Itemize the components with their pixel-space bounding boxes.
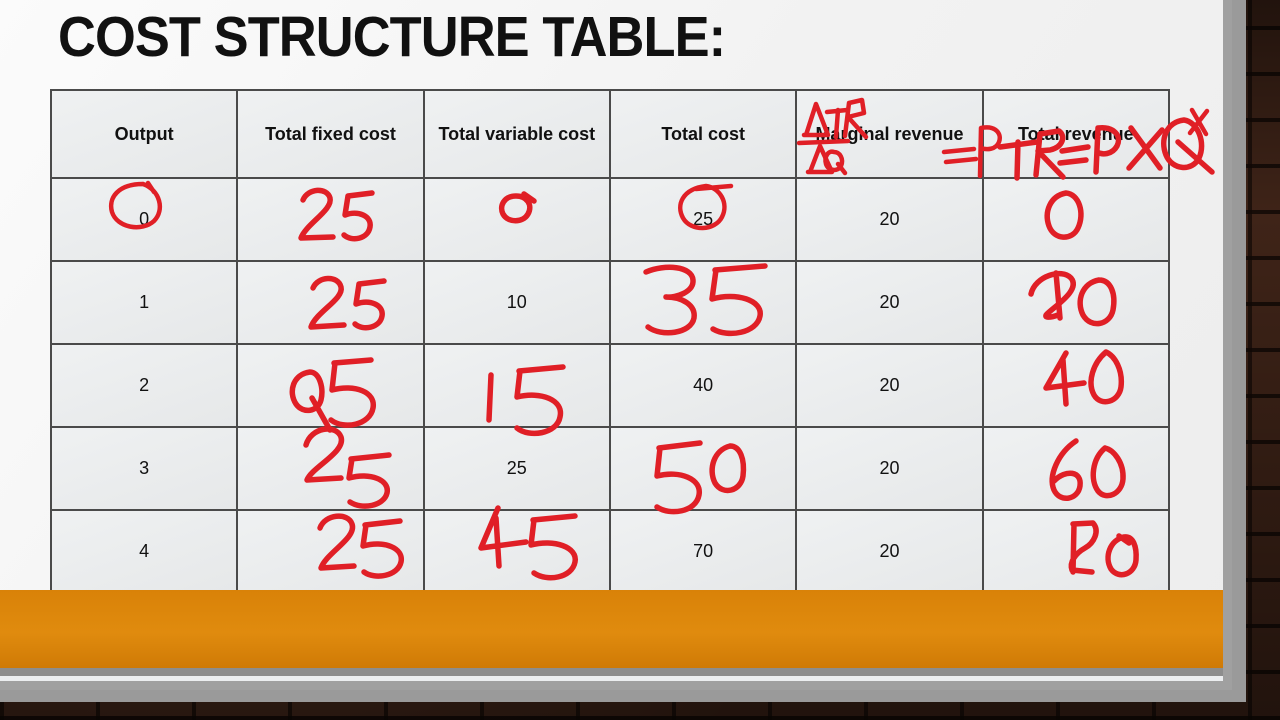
table-body: 0 25 20 1 10 20 2 40 20 3 25 20 4 70 20 [49,177,1171,594]
cell-total-fixed-cost-r3 [236,426,425,511]
slide-canvas: COST STRUCTURE TABLE: Output Total fixed… [0,0,1223,681]
footer-white-strip [0,676,1223,681]
cell-total-variable-cost-r1: 10 [422,260,611,345]
value-output-r3: 3 [139,458,150,478]
cell-marginal-revenue-r3: 20 [795,426,984,511]
column-header-marginal-revenue: Marginal revenue [795,89,984,179]
cell-total-revenue-r4 [981,509,1171,594]
cell-output-r0: 0 [49,177,239,262]
table-row: 0 25 20 [49,177,1171,262]
value-output-r1: 1 [139,292,150,312]
cell-total-cost-r3 [608,426,798,511]
cell-total-revenue-r0 [981,177,1171,262]
cell-total-variable-cost-r0 [422,177,611,262]
table-row: 1 10 20 [49,260,1171,345]
cell-marginal-revenue-r0: 20 [795,177,984,262]
value-marginal-revenue-r3: 20 [879,458,900,478]
cell-total-revenue-r2 [981,343,1171,428]
value-total-variable-cost-r3: 25 [506,458,527,478]
column-header-output: Output [49,89,239,179]
cell-total-fixed-cost-r0 [236,177,425,262]
cell-total-cost-r4: 70 [608,509,798,594]
value-output-r2: 2 [139,375,150,395]
cell-total-revenue-r3 [981,426,1171,511]
cell-output-r1: 1 [49,260,239,345]
cell-marginal-revenue-r4: 20 [795,509,984,594]
value-total-cost-r0: 25 [693,209,714,229]
orange-footer-band [0,590,1223,668]
gray-divider-strip [0,668,1223,676]
value-total-cost-r4: 70 [693,541,714,561]
cell-marginal-revenue-r1: 20 [795,260,984,345]
value-output-r0: 0 [139,209,150,229]
column-header-total-revenue: Total revenue [981,89,1171,179]
cell-output-r4: 4 [49,509,239,594]
value-total-cost-r2: 40 [693,375,714,395]
table-header-row: Output Total fixed cost Total variable c… [49,89,1171,179]
table-row: 3 25 20 [49,426,1171,511]
cell-output-r2: 2 [49,343,239,428]
page-title: COST STRUCTURE TABLE: [58,5,726,69]
value-marginal-revenue-r4: 20 [879,541,900,561]
cell-output-r3: 3 [49,426,239,511]
cell-total-fixed-cost-r4 [236,509,425,594]
cell-total-revenue-r1 [981,260,1171,345]
value-marginal-revenue-r1: 20 [879,292,900,312]
value-marginal-revenue-r2: 20 [879,375,900,395]
cell-total-fixed-cost-r1 [236,260,425,345]
cell-total-cost-r1 [608,260,798,345]
value-marginal-revenue-r0: 20 [879,209,900,229]
cell-total-cost-r0: 25 [608,177,798,262]
cell-total-variable-cost-r3: 25 [422,426,611,511]
column-header-total-cost: Total cost [608,89,798,179]
column-header-total-variable-cost: Total variable cost [422,89,611,179]
slide-frame: COST STRUCTURE TABLE: Output Total fixed… [0,0,1232,690]
cell-total-cost-r2: 40 [608,343,798,428]
value-total-variable-cost-r1: 10 [506,292,527,312]
table-row: 2 40 20 [49,343,1171,428]
cell-total-variable-cost-r2 [422,343,611,428]
cell-marginal-revenue-r2: 20 [795,343,984,428]
cell-total-variable-cost-r4 [422,509,611,594]
cell-total-fixed-cost-r2 [236,343,425,428]
cost-structure-table: Output Total fixed cost Total variable c… [49,89,1171,594]
value-output-r4: 4 [139,541,150,561]
column-header-total-fixed-cost: Total fixed cost [236,89,425,179]
table-row: 4 70 20 [49,509,1171,594]
